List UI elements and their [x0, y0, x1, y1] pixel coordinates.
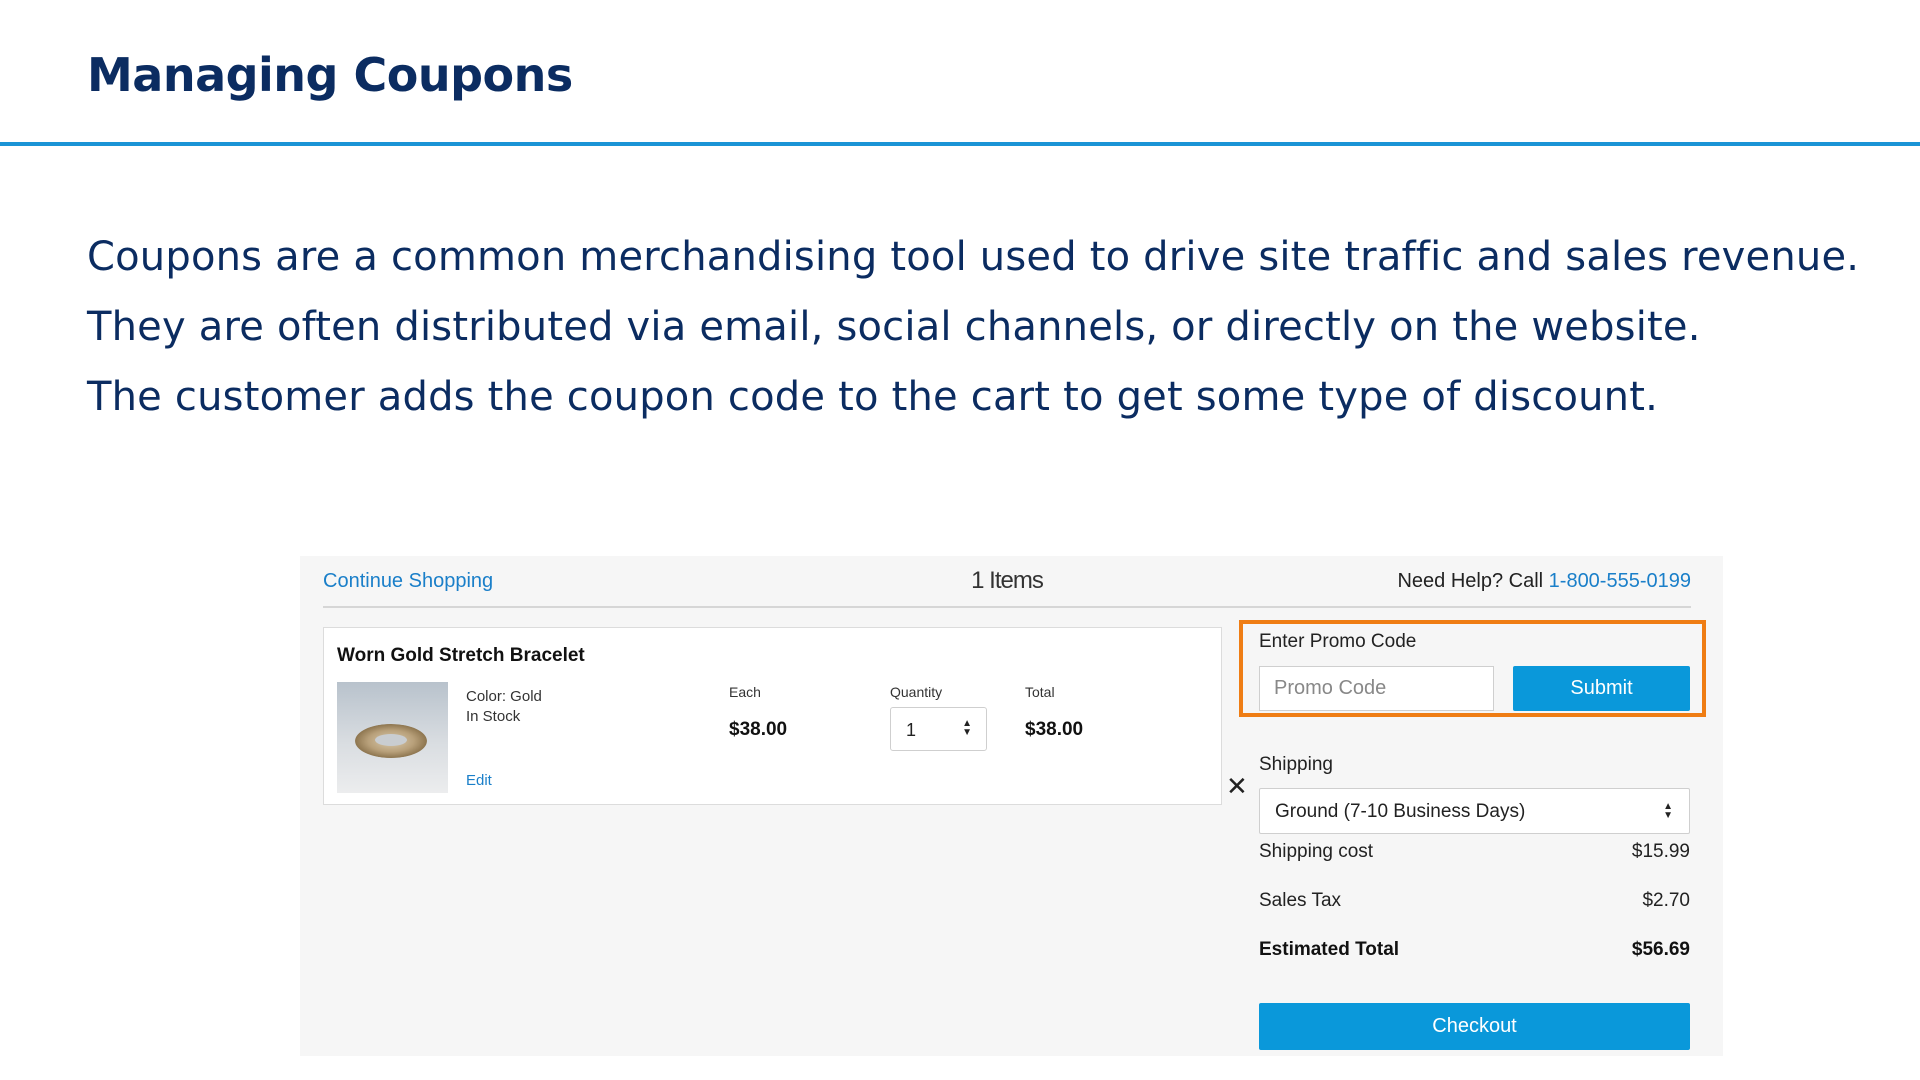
each-price: $38.00 — [729, 719, 788, 740]
item-stock-status: In Stock — [466, 708, 521, 725]
stepper-arrows-icon[interactable]: ▲ ▼ — [962, 719, 972, 738]
promo-code-label: Enter Promo Code — [1259, 631, 1417, 652]
item-color: Color: Gold — [466, 688, 542, 705]
promo-submit-button[interactable]: Submit — [1513, 666, 1690, 711]
shipping-label: Shipping — [1259, 754, 1333, 775]
shipping-method-select[interactable]: Ground (7-10 Business Days) ▲ ▼ — [1259, 788, 1690, 834]
sales-tax-value: $2.70 — [1642, 890, 1690, 911]
product-image[interactable] — [337, 682, 448, 793]
quantity-label: Quantity — [890, 684, 943, 700]
cart-screenshot: Continue Shopping 1 Items Need Help? Cal… — [300, 556, 1723, 1056]
shipping-cost-value: $15.99 — [1631, 841, 1690, 862]
slide-title: Managing Coupons — [87, 48, 573, 102]
select-arrows-icon: ▲ ▼ — [1663, 801, 1673, 821]
total-label: Total — [1025, 684, 1055, 700]
each-label: Each — [729, 684, 761, 700]
slide-body: Coupons are a common merchandising tool … — [87, 222, 1887, 432]
checkout-button[interactable]: Checkout — [1259, 1003, 1690, 1050]
help-phone-link[interactable]: 1-800-555-0199 — [1549, 570, 1691, 592]
title-divider — [0, 142, 1920, 146]
sales-tax-row: Sales Tax $2.70 — [1259, 890, 1690, 912]
promo-code-input[interactable] — [1259, 666, 1494, 711]
edit-item-link[interactable]: Edit — [466, 772, 492, 789]
cart-item: Worn Gold Stretch Bracelet Color: Gold I… — [323, 627, 1248, 805]
body-line-3: The customer adds the coupon code to the… — [87, 374, 1659, 420]
item-name[interactable]: Worn Gold Stretch Bracelet — [337, 645, 585, 667]
quantity-value: 1 — [906, 720, 917, 740]
quantity-stepper[interactable]: 1 ▲ ▼ — [890, 707, 987, 751]
help-text: Need Help? Call 1-800-555-0199 — [1397, 570, 1691, 593]
estimated-total-value: $56.69 — [1631, 939, 1690, 960]
body-line-1: Coupons are a common merchandising tool … — [87, 234, 1860, 280]
item-total-price: $38.00 — [1025, 719, 1084, 740]
close-icon[interactable]: ✕ — [1226, 773, 1248, 799]
body-line-2: They are often distributed via email, so… — [87, 304, 1701, 350]
sales-tax-label: Sales Tax — [1259, 890, 1342, 911]
shipping-cost-row: Shipping cost $15.99 — [1259, 841, 1690, 863]
help-prefix: Need Help? Call — [1397, 570, 1549, 592]
shipping-method-value: Ground (7-10 Business Days) — [1275, 801, 1526, 822]
estimated-total-label: Estimated Total — [1259, 939, 1400, 960]
estimated-total-row: Estimated Total $56.69 — [1259, 939, 1690, 961]
cart-header: Continue Shopping 1 Items Need Help? Cal… — [323, 556, 1691, 608]
shipping-cost-label: Shipping cost — [1259, 841, 1374, 862]
bracelet-graphic-hole — [375, 734, 407, 746]
